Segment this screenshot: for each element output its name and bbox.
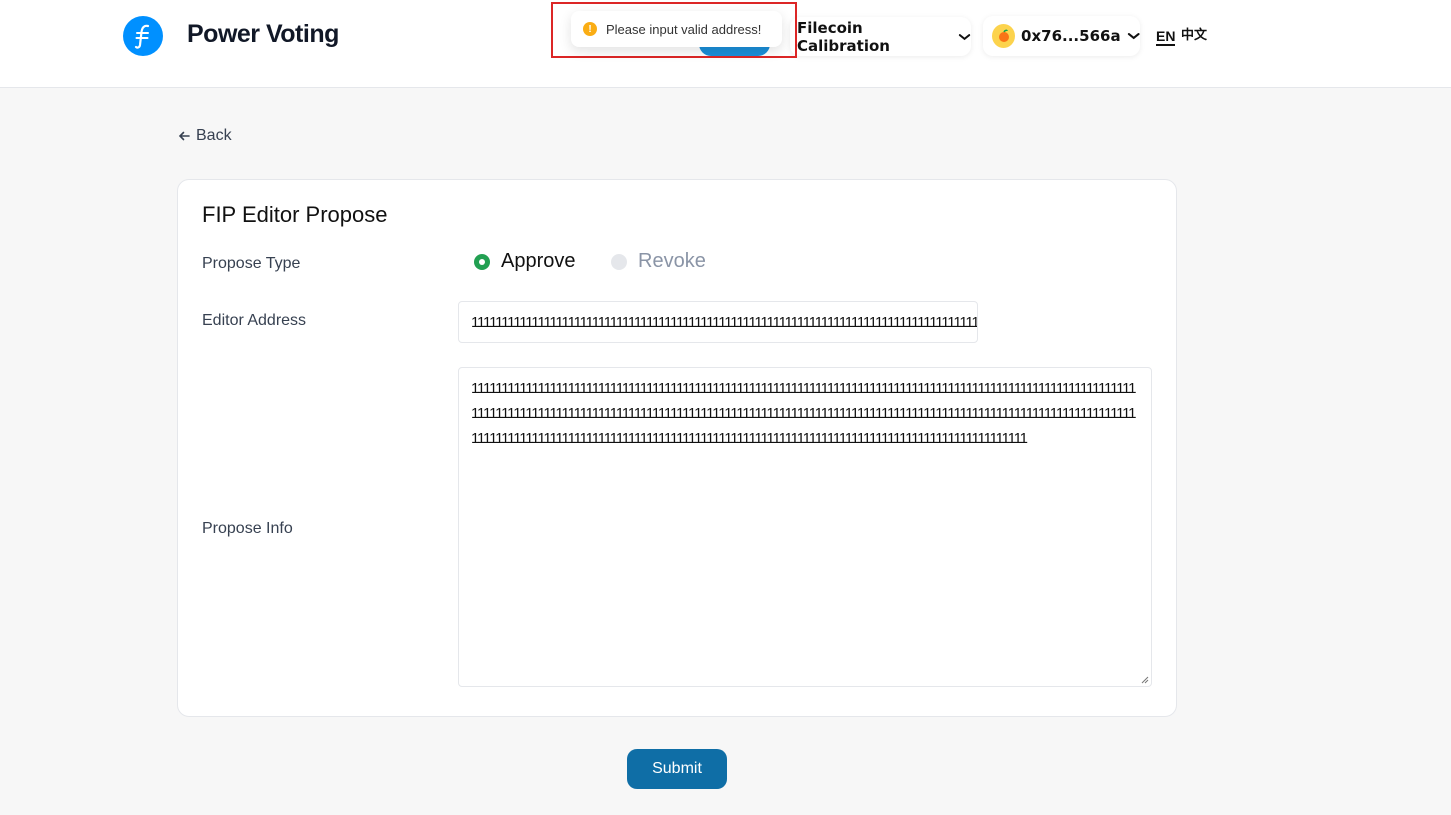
propose-type-label: Propose Type	[202, 255, 301, 272]
back-label: Back	[196, 127, 232, 144]
submit-button[interactable]: Submit	[627, 749, 727, 789]
propose-form-card: FIP Editor Propose Propose Type Approve …	[177, 179, 1177, 717]
arrow-left-icon	[178, 131, 190, 141]
editor-address-value: 1111111111111111111111111111111111111111…	[471, 313, 978, 331]
network-selector[interactable]: Filecoin Calibration	[790, 17, 971, 56]
wallet-address: 0x76...566a	[1021, 27, 1121, 45]
editor-address-label: Editor Address	[202, 312, 307, 329]
propose-info-label: Propose Info	[202, 520, 293, 537]
back-link[interactable]: Back	[178, 127, 232, 145]
chevron-down-icon	[958, 33, 971, 40]
brand-title[interactable]: Power Voting	[187, 20, 339, 49]
propose-info-value: 1111111111111111111111111111111111111111…	[471, 380, 1137, 447]
wallet-selector[interactable]: 0x76...566a	[983, 16, 1140, 56]
radio-selected-icon	[474, 253, 490, 270]
propose-info-textarea[interactable]: 1111111111111111111111111111111111111111…	[458, 367, 1152, 687]
resize-handle-icon[interactable]	[1141, 676, 1149, 684]
radio-revoke[interactable]: Revoke	[611, 250, 706, 273]
wallet-avatar-icon	[992, 24, 1016, 48]
toast-message: Please input valid address!	[606, 21, 762, 37]
radio-approve-label: Approve	[501, 250, 576, 272]
chevron-down-icon	[1127, 33, 1140, 40]
warning-icon: !	[583, 22, 597, 36]
warning-toast: ! Please input valid address!	[571, 11, 782, 47]
radio-unselected-icon	[611, 253, 627, 270]
form-title: FIP Editor Propose	[202, 202, 388, 227]
radio-revoke-label: Revoke	[638, 250, 706, 272]
filecoin-logo-icon[interactable]	[123, 16, 163, 56]
network-label: Filecoin Calibration	[797, 18, 890, 55]
language-zh[interactable]: 中文	[1181, 28, 1207, 44]
radio-approve[interactable]: Approve	[474, 250, 576, 273]
language-en[interactable]: EN	[1156, 28, 1176, 46]
editor-address-input[interactable]: 1111111111111111111111111111111111111111…	[458, 301, 978, 343]
